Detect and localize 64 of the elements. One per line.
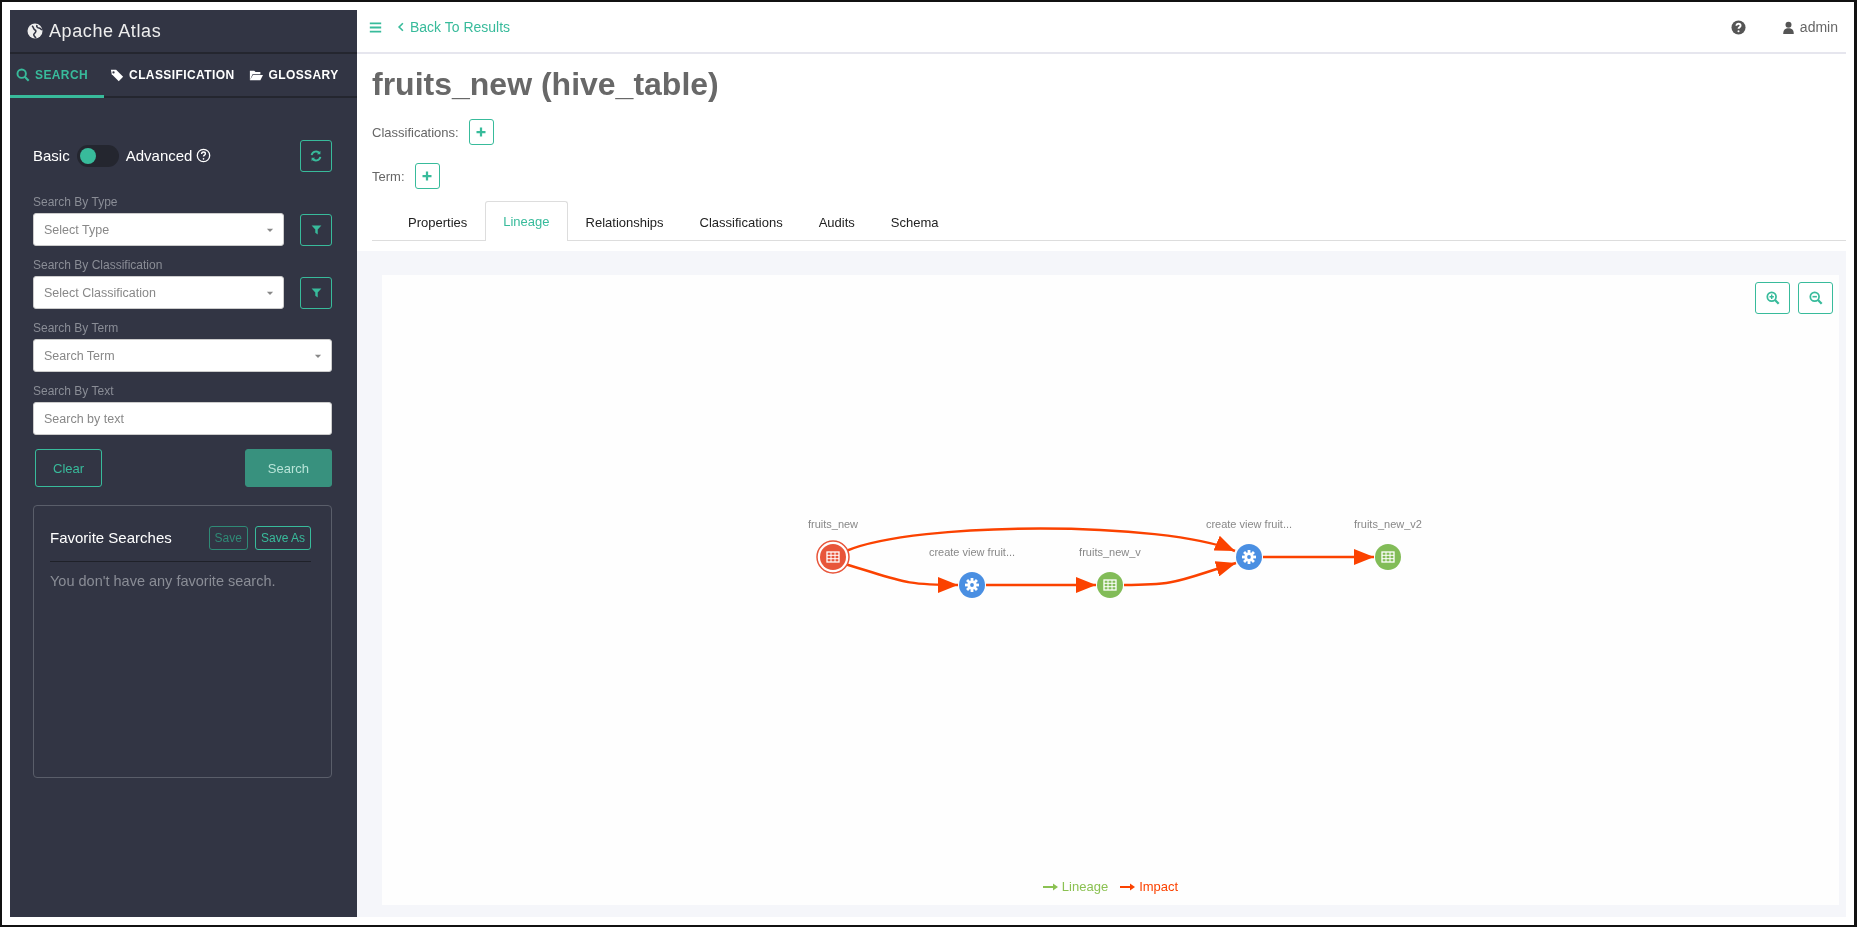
node-label: fruits_new (807, 518, 859, 530)
field-label: Search By Classification (33, 258, 164, 272)
username: admin (1799, 19, 1838, 35)
help-icon (196, 148, 212, 163)
field-label: Term: (372, 168, 405, 184)
tab[interactable]: Audits (800, 202, 873, 241)
table-node[interactable] (1097, 572, 1123, 598)
node-label: fruits_new_v2 (1354, 518, 1422, 530)
table-node[interactable] (1375, 544, 1401, 570)
select-field[interactable]: Select Classification (33, 276, 284, 309)
mode-label: Advanced (125, 147, 193, 164)
node-label: create view fruit... (928, 546, 1016, 558)
process-node[interactable] (959, 572, 985, 598)
search-field[interactable]: Search by text (33, 402, 332, 435)
process-node[interactable] (1236, 544, 1262, 570)
search-button[interactable]: Search (244, 449, 332, 487)
tab[interactable]: Relationships (567, 202, 682, 241)
sidebar-tab[interactable]: CLASSIFICATION (104, 54, 244, 98)
save-as-button[interactable]: Save As (254, 525, 311, 550)
node-label: create view fruit... (1205, 518, 1293, 530)
zoom-in-button[interactable] (1755, 282, 1790, 314)
filter-icon (309, 286, 323, 299)
mode-toggle[interactable] (76, 144, 119, 167)
field-label: Search By Term (33, 321, 120, 335)
plus-icon (475, 126, 488, 138)
zoom-out-button[interactable] (1798, 282, 1833, 314)
toggle-knob[interactable] (79, 147, 96, 164)
sidebar-tab[interactable]: SEARCH (10, 54, 105, 98)
app-title: Apache Atlas (49, 20, 162, 42)
tag-icon (110, 67, 125, 82)
user-icon (1781, 19, 1795, 35)
legend-label: Lineage (1061, 879, 1109, 894)
help-icon (1730, 19, 1746, 35)
field-label: Search By Text (33, 384, 115, 398)
select-field[interactable]: Search Term (33, 339, 332, 372)
tab[interactable]: Properties (390, 202, 486, 241)
plus-icon (421, 170, 433, 182)
select-field[interactable]: Select Type (33, 213, 284, 246)
empty-message: You don't have any favorite search. (50, 573, 277, 589)
clear-button[interactable]: Clear (35, 449, 103, 487)
filter-icon (309, 223, 323, 236)
filter-button[interactable] (300, 276, 332, 309)
globe-icon (27, 23, 43, 39)
refresh-icon (309, 148, 323, 163)
node-label: fruits_new_v (1079, 546, 1141, 558)
sidebar-tab[interactable]: GLOSSARY (243, 54, 348, 98)
panel-title: Favorite Searches (50, 529, 172, 546)
mode-label: Basic (33, 147, 70, 164)
chevron-left-icon (396, 21, 406, 33)
add-button[interactable] (468, 119, 494, 145)
filter-button[interactable] (300, 213, 332, 246)
field-label: Classifications: (372, 124, 459, 140)
refresh-button[interactable] (300, 139, 332, 172)
legend-label: Impact (1139, 879, 1179, 894)
tab[interactable]: Schema (872, 202, 957, 241)
field-label: Search By Type (33, 195, 119, 209)
menu-icon (369, 20, 382, 34)
table-node[interactable] (816, 540, 850, 574)
tab[interactable]: Classifications (681, 202, 801, 241)
search-icon (16, 67, 30, 82)
entity-title: fruits_new (hive_table) (372, 65, 720, 104)
zoom-in-icon (1765, 291, 1780, 305)
add-button[interactable] (414, 163, 440, 189)
zoom-out-icon (1808, 291, 1823, 305)
